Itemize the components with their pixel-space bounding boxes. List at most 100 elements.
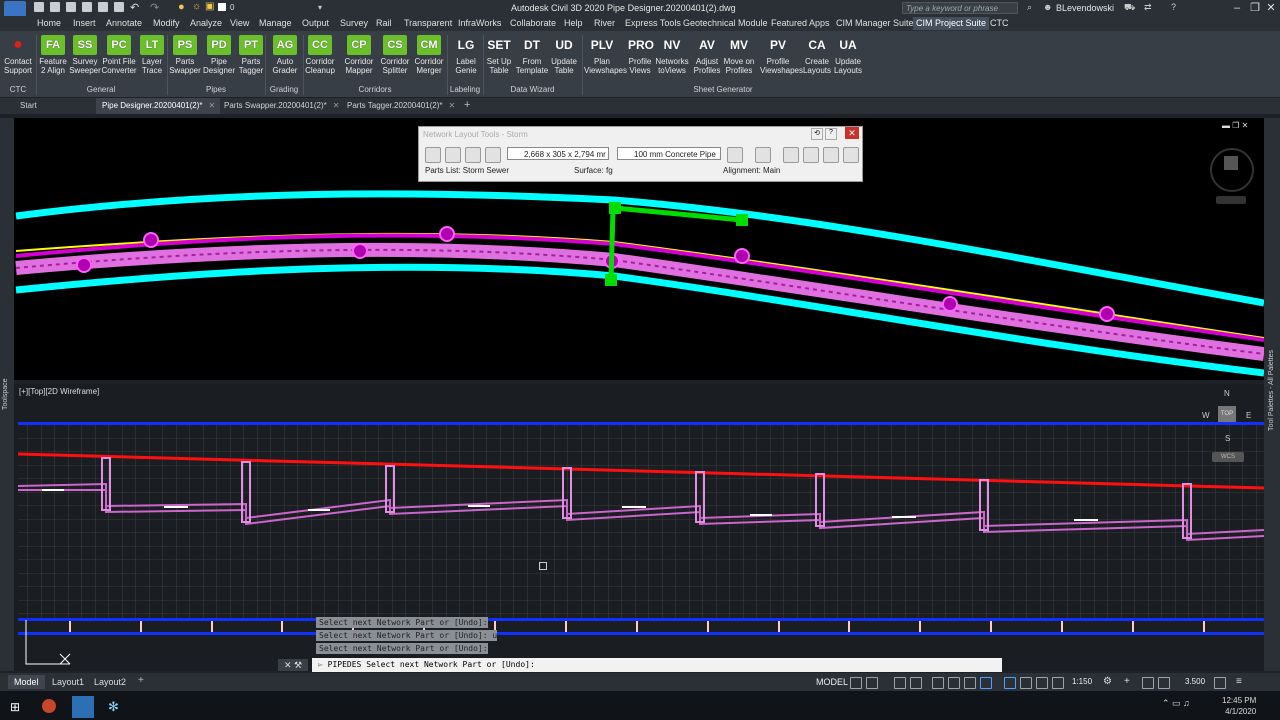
- plot-icon[interactable]: [114, 2, 124, 12]
- ribbon-button-networks-toviews[interactable]: NV Networks toViews: [654, 35, 690, 75]
- network-properties-icon[interactable]: [425, 147, 441, 163]
- ribbon-button-set-up-table[interactable]: SET Set Up Table: [481, 35, 517, 75]
- model-space-toggle[interactable]: MODEL: [816, 677, 848, 687]
- command-close-icon[interactable]: ✕ ⚒: [278, 659, 308, 671]
- selection-cycling-icon[interactable]: [980, 677, 992, 689]
- ribbon-tab-transparent[interactable]: Transparent: [401, 17, 455, 30]
- ribbon-tab-survey[interactable]: Survey: [337, 17, 371, 30]
- restore-button[interactable]: ❐: [1248, 2, 1262, 14]
- plus-icon[interactable]: +: [1124, 676, 1130, 687]
- save-as-icon[interactable]: [82, 2, 92, 12]
- new-tab-button[interactable]: +: [464, 99, 470, 111]
- gear-icon[interactable]: ⚙: [1103, 676, 1112, 687]
- qat-dropdown-icon[interactable]: ▾: [318, 3, 322, 12]
- structure-list-icon[interactable]: [485, 147, 501, 163]
- help-search-input[interactable]: Type a keyword or phrase: [902, 2, 1018, 14]
- new-layout-button[interactable]: +: [138, 675, 144, 686]
- windows-start-icon[interactable]: ⊞: [10, 700, 20, 714]
- ribbon-tab-rail[interactable]: Rail: [373, 17, 395, 30]
- structure[interactable]: [942, 296, 958, 312]
- ribbon-tab-analyze[interactable]: Analyze: [187, 17, 225, 30]
- ribbon-button-from-template[interactable]: DT From Template: [514, 35, 550, 75]
- ribbon-button-parts-swapper[interactable]: PS Parts Swapper: [167, 35, 203, 75]
- ribbon-tab-collaborate[interactable]: Collaborate: [507, 17, 559, 30]
- ribbon-tab-featured-apps[interactable]: Featured Apps: [768, 17, 833, 30]
- civil3d-taskbar-icon[interactable]: [72, 696, 94, 718]
- powerpoint-icon[interactable]: [42, 699, 56, 713]
- panel-title-pipes[interactable]: Pipes: [167, 84, 265, 95]
- structure[interactable]: [352, 243, 368, 259]
- ribbon-tab-insert[interactable]: Insert: [70, 17, 99, 30]
- toolspace-label[interactable]: Toolspace: [2, 378, 9, 410]
- viewport-controls[interactable]: ▬ ❐ ✕: [1222, 121, 1248, 130]
- structure[interactable]: [143, 232, 159, 248]
- new-icon[interactable]: [34, 2, 44, 12]
- ribbon-tab-view[interactable]: View: [227, 17, 252, 30]
- ribbon-button-label-genie[interactable]: LG Label Genie: [448, 35, 484, 75]
- document-tab[interactable]: Pipe Designer.20200401(2)* ✕: [96, 98, 220, 114]
- ribbon-button-profile-views[interactable]: PRO Profile Views: [622, 35, 658, 75]
- panel-title-ctc[interactable]: CTC: [0, 84, 36, 95]
- ribbon-button-layer-trace[interactable]: LT Layer Trace: [134, 35, 170, 75]
- ribbon-button-parts-tagger[interactable]: PT Parts Tagger: [233, 35, 269, 75]
- pipe-network-catalog-icon[interactable]: [445, 147, 461, 163]
- viewcube[interactable]: [1224, 156, 1238, 170]
- ribbon-tab-infraworks[interactable]: InfraWorks: [455, 17, 504, 30]
- annotation-scale[interactable]: 1:150: [1072, 677, 1092, 686]
- lock-icon[interactable]: ▣: [205, 1, 214, 12]
- print-icon[interactable]: [98, 2, 108, 12]
- customize-icon[interactable]: ≡: [1236, 676, 1242, 687]
- annotation-visibility-icon[interactable]: [1004, 677, 1016, 689]
- grid-icon[interactable]: [850, 677, 862, 689]
- workspace-icon[interactable]: [1036, 677, 1048, 689]
- structure[interactable]: [76, 257, 92, 273]
- document-tab[interactable]: Parts Swapper.20200401(2)* ✕: [218, 98, 346, 114]
- lightbulb-icon[interactable]: ●: [178, 1, 185, 13]
- toolbar-close-button[interactable]: ✕: [845, 127, 859, 139]
- panel-title-corridors[interactable]: Corridors: [303, 84, 447, 95]
- ribbon-tab-geotechnical-module[interactable]: Geotechnical Module: [680, 17, 771, 30]
- redo-icon[interactable]: ↷: [150, 1, 159, 14]
- delete-pipe-network-object-icon[interactable]: [783, 147, 799, 163]
- structure-size-dropdown[interactable]: 2,668 x 305 x 2,794 mr: [507, 147, 609, 160]
- structure[interactable]: [439, 226, 455, 242]
- viewcube-top[interactable]: TOP: [1218, 406, 1236, 422]
- ribbon-button-pipe-designer[interactable]: PD Pipe Designer: [201, 35, 237, 75]
- units-icon[interactable]: [1052, 677, 1064, 689]
- system-tray-icons[interactable]: ⌃ ▭ ♫: [1162, 698, 1190, 709]
- panel-title-grading[interactable]: Grading: [265, 84, 303, 95]
- otrack-icon[interactable]: [948, 677, 960, 689]
- panel-title-general[interactable]: General: [36, 84, 166, 95]
- close-tab-icon[interactable]: ✕: [333, 101, 340, 110]
- osnap-icon[interactable]: [932, 677, 944, 689]
- panel-title-sheet-generator[interactable]: Sheet Generator: [582, 84, 864, 95]
- ribbon-button-plan-viewshapes[interactable]: PLV Plan Viewshapes: [584, 35, 627, 75]
- toolbar-help-icon[interactable]: ?: [825, 128, 837, 140]
- structure[interactable]: [1099, 306, 1115, 322]
- viewport-label[interactable]: [+][Top][2D Wireframe]: [19, 387, 99, 396]
- ribbon-button-corridor-merger[interactable]: CM Corridor Merger: [411, 35, 447, 75]
- sun-icon[interactable]: ☼: [192, 1, 201, 12]
- grip-handle[interactable]: [736, 214, 748, 226]
- document-tab[interactable]: Start: [14, 98, 100, 114]
- layout-tab-layout1[interactable]: Layout1: [46, 675, 90, 689]
- structure[interactable]: [734, 248, 750, 264]
- ribbon-tab-river[interactable]: River: [591, 17, 618, 30]
- ribbon-tab-cim-manager-suite[interactable]: CIM Manager Suite: [833, 17, 917, 30]
- ribbon-button-corridor-mapper[interactable]: CP Corridor Mapper: [341, 35, 377, 75]
- open-icon[interactable]: [50, 2, 60, 12]
- ribbon-button-feature-2-align[interactable]: FA Feature 2 Align: [35, 35, 71, 75]
- ribbon-button-move-on-profiles[interactable]: MV Move on Profiles: [721, 35, 757, 75]
- undo-arrow-icon[interactable]: [843, 147, 859, 163]
- snap-icon[interactable]: [866, 677, 878, 689]
- ribbon-button-corridor-splitter[interactable]: CS Corridor Splitter: [377, 35, 413, 75]
- layout-tab-model[interactable]: Model: [8, 675, 45, 689]
- pipe-network-vistas-icon[interactable]: [803, 147, 819, 163]
- close-tab-icon[interactable]: ✕: [448, 101, 455, 110]
- document-tab[interactable]: Parts Tagger.20200401(2)* ✕: [341, 98, 471, 114]
- ribbon-tab-express-tools[interactable]: Express Tools: [622, 17, 684, 30]
- draw-pipes-structures-icon[interactable]: [727, 147, 743, 163]
- tool-palettes-label[interactable]: Tool Palettes - All Palettes: [1268, 350, 1275, 470]
- ribbon-button-update-table[interactable]: UD Update Table: [546, 35, 582, 75]
- ribbon-button-survey-sweeper[interactable]: SS Survey Sweeper: [67, 35, 103, 75]
